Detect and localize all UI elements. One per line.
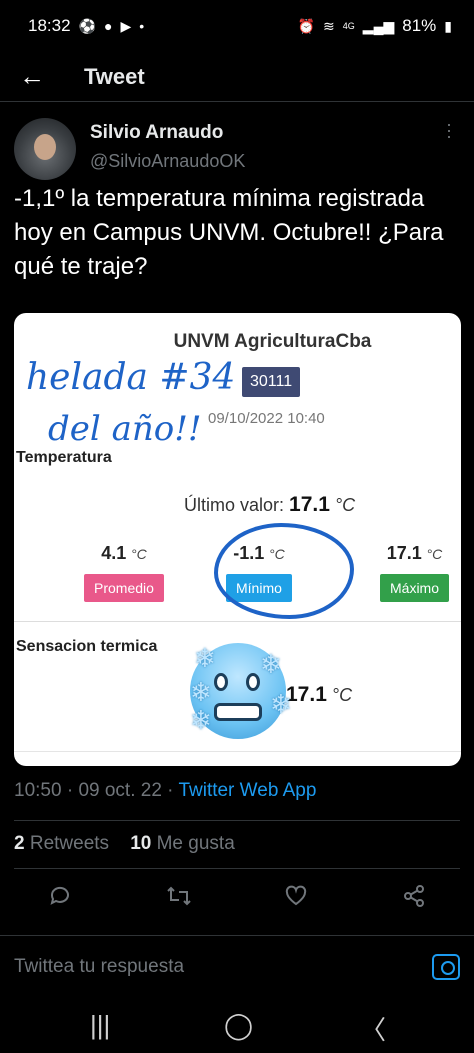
last-value-label: Último valor: bbox=[184, 495, 285, 515]
home-icon[interactable]: ◯ bbox=[224, 1010, 253, 1041]
more-options-icon[interactable]: ⋯ bbox=[438, 122, 460, 140]
soccer-ball-icon: ⚽ bbox=[78, 17, 96, 34]
battery-level: 81% bbox=[402, 16, 437, 35]
emoji-mouth bbox=[214, 703, 262, 721]
promedio-value: 4.1 bbox=[101, 543, 127, 563]
divider bbox=[14, 868, 460, 869]
emoji-eye-left bbox=[214, 673, 228, 691]
retweets-count: 2 bbox=[14, 833, 25, 854]
retweet-icon[interactable] bbox=[166, 884, 192, 915]
status-bar-right: ⏰ ≋ 4G ▂▄▆ 81% ▮ bbox=[298, 16, 452, 36]
promedio-badge: Promedio bbox=[84, 574, 164, 602]
arrow-left-icon: ← bbox=[19, 61, 45, 91]
like-icon[interactable] bbox=[284, 884, 308, 915]
battery-icon: ▮ bbox=[444, 17, 452, 34]
retweets-stat[interactable]: 2 Retweets bbox=[14, 833, 109, 854]
top-app-bar: ← Tweet bbox=[0, 52, 474, 102]
facebook-icon: ● bbox=[103, 18, 113, 34]
back-button[interactable]: ← bbox=[0, 61, 64, 92]
meta-separator: · bbox=[66, 780, 79, 801]
likes-stat[interactable]: 10 Me gusta bbox=[130, 833, 235, 854]
alarm-icon: ⏰ bbox=[297, 17, 316, 34]
signal-icon: ▂▄▆ bbox=[362, 17, 395, 34]
divider bbox=[14, 820, 460, 821]
reply-input[interactable]: Twittea tu respuesta bbox=[14, 956, 184, 978]
author-display-name[interactable]: Silvio Arnaudo bbox=[90, 122, 245, 144]
status-bar: 18:32 ⚽ ● ▶ • ⏰ ≋ 4G ▂▄▆ 81% ▮ bbox=[0, 0, 474, 52]
avatar[interactable] bbox=[14, 118, 76, 180]
handwritten-note-line2: del año!! bbox=[48, 409, 202, 449]
author-names: Silvio Arnaudo @SilvioArnaudoOK bbox=[90, 122, 245, 172]
tweet-source-app[interactable]: Twitter Web App bbox=[178, 780, 316, 801]
maximo-badge: Máximo bbox=[380, 574, 450, 602]
tweet-media-image[interactable]: UNVM AgriculturaCba helada #34 30111 del… bbox=[14, 313, 461, 766]
maximo-column: 17.1 °C Máximo bbox=[380, 543, 450, 602]
last-value-number: 17.1 bbox=[289, 493, 330, 516]
network-type: 4G bbox=[342, 21, 355, 31]
bottom-divider bbox=[14, 751, 461, 752]
clock: 18:32 bbox=[28, 16, 71, 35]
promedio-column: 4.1 °C Promedio bbox=[84, 543, 164, 602]
maximo-value: 17.1 bbox=[386, 543, 422, 563]
sensation-value: 17.1 °C bbox=[286, 683, 352, 707]
share-icon[interactable] bbox=[402, 884, 426, 915]
android-nav-bar: ||| ◯ 〈 bbox=[0, 1000, 474, 1053]
station-name: UNVM AgriculturaCba bbox=[173, 331, 372, 352]
section-divider bbox=[14, 621, 461, 622]
promedio-unit: °C bbox=[130, 546, 147, 562]
sensation-number: 17.1 bbox=[286, 683, 327, 706]
likes-label: Me gusta bbox=[156, 833, 235, 854]
page-title: Tweet bbox=[84, 63, 145, 89]
reply-icon[interactable] bbox=[48, 884, 72, 915]
tweet-meta: 10:50 · 09 oct. 22 · Twitter Web App bbox=[14, 780, 316, 802]
last-value: Último valor: 17.1 °C bbox=[184, 493, 355, 517]
tweet-time: 10:50 bbox=[14, 780, 62, 801]
status-bar-left: 18:32 ⚽ ● ▶ • bbox=[28, 16, 144, 36]
tweet-text: -1,1º la temperatura mínima registrada h… bbox=[14, 185, 444, 280]
youtube-icon: ▶ bbox=[120, 17, 132, 34]
tweet-author: Silvio Arnaudo @SilvioArnaudoOK ⋯ bbox=[14, 118, 460, 182]
snowflake-icon: ❄ bbox=[270, 689, 292, 719]
recent-apps-icon[interactable]: ||| bbox=[90, 1010, 110, 1041]
tweet-stats: 2 Retweets 10 Me gusta bbox=[14, 833, 235, 855]
wifi-icon: ≋ bbox=[323, 17, 335, 34]
snowflake-icon: ❄ bbox=[190, 677, 212, 707]
handdrawn-circle bbox=[214, 523, 354, 619]
meta-separator: · bbox=[167, 780, 179, 801]
dot-icon: • bbox=[139, 18, 145, 34]
back-nav-icon[interactable]: 〈 bbox=[360, 1010, 386, 1047]
snowflake-icon: ❄ bbox=[194, 643, 216, 673]
last-value-unit: °C bbox=[334, 495, 356, 515]
sensation-unit: °C bbox=[331, 685, 353, 705]
snowflake-icon: ❄ bbox=[190, 705, 212, 735]
reading-timestamp: 09/10/2022 10:40 bbox=[208, 410, 325, 427]
tweet-date: 09 oct. 22 bbox=[78, 780, 162, 801]
station-id-badge: 30111 bbox=[242, 367, 301, 397]
temperature-label: Temperatura bbox=[16, 449, 112, 466]
retweets-label: Retweets bbox=[29, 833, 110, 854]
snowflake-icon: ❄ bbox=[260, 649, 282, 679]
author-handle[interactable]: @SilvioArnaudoOK bbox=[90, 151, 245, 172]
tweet-actions bbox=[0, 878, 474, 922]
emoji-eye-right bbox=[246, 673, 260, 691]
camera-icon[interactable] bbox=[432, 954, 460, 980]
maximo-unit: °C bbox=[426, 546, 443, 562]
divider bbox=[0, 935, 474, 936]
sensation-label: Sensacion termica bbox=[16, 638, 158, 655]
likes-count: 10 bbox=[130, 833, 152, 854]
handwritten-note-line1: helada #34 bbox=[26, 357, 236, 398]
